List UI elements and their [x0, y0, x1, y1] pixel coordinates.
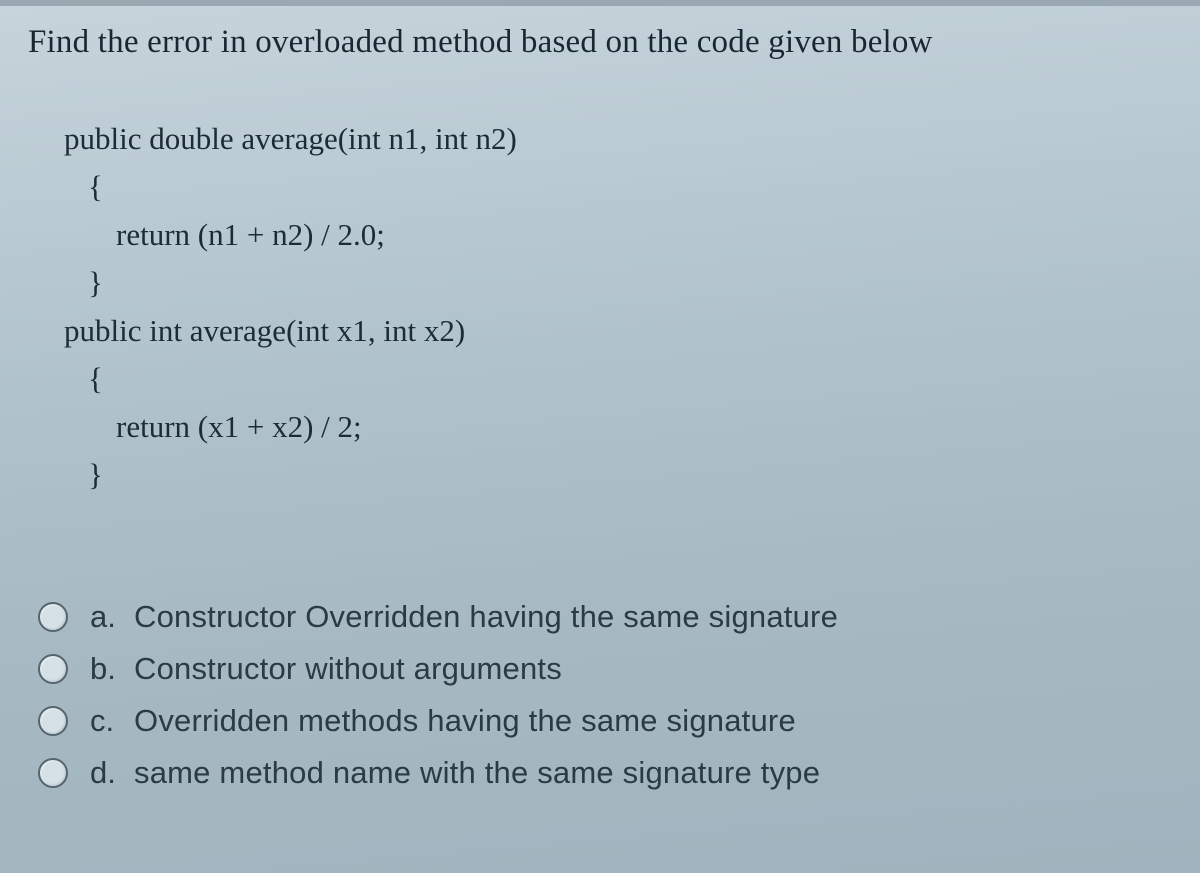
code-line: return (x1 + x2) / 2;: [64, 403, 1172, 451]
radio-icon[interactable]: [38, 654, 68, 684]
option-text: Overridden methods having the same signa…: [134, 703, 796, 739]
question-page: Find the error in overloaded method base…: [0, 0, 1200, 873]
radio-icon[interactable]: [38, 706, 68, 736]
option-b[interactable]: b. Constructor without arguments: [38, 651, 1172, 687]
code-line: }: [64, 259, 1172, 307]
option-letter: c.: [90, 703, 134, 739]
radio-icon[interactable]: [38, 602, 68, 632]
code-line: public int average(int x1, int x2): [64, 307, 1172, 355]
option-a[interactable]: a. Constructor Overridden having the sam…: [38, 599, 1172, 635]
answer-options: a. Constructor Overridden having the sam…: [38, 599, 1172, 791]
option-letter: a.: [90, 599, 134, 635]
option-d[interactable]: d. same method name with the same signat…: [38, 755, 1172, 791]
option-letter: d.: [90, 755, 134, 791]
option-text: same method name with the same signature…: [134, 755, 820, 791]
option-text: Constructor without arguments: [134, 651, 562, 687]
code-line: {: [64, 163, 1172, 211]
code-line: return (n1 + n2) / 2.0;: [64, 211, 1172, 259]
code-line: public double average(int n1, int n2): [64, 115, 1172, 163]
option-letter: b.: [90, 651, 134, 687]
code-block: public double average(int n1, int n2) { …: [64, 115, 1172, 499]
option-c[interactable]: c. Overridden methods having the same si…: [38, 703, 1172, 739]
option-text: Constructor Overridden having the same s…: [134, 599, 838, 635]
code-line: }: [64, 451, 1172, 499]
radio-icon[interactable]: [38, 758, 68, 788]
code-line: {: [64, 355, 1172, 403]
question-prompt: Find the error in overloaded method base…: [28, 20, 1172, 65]
